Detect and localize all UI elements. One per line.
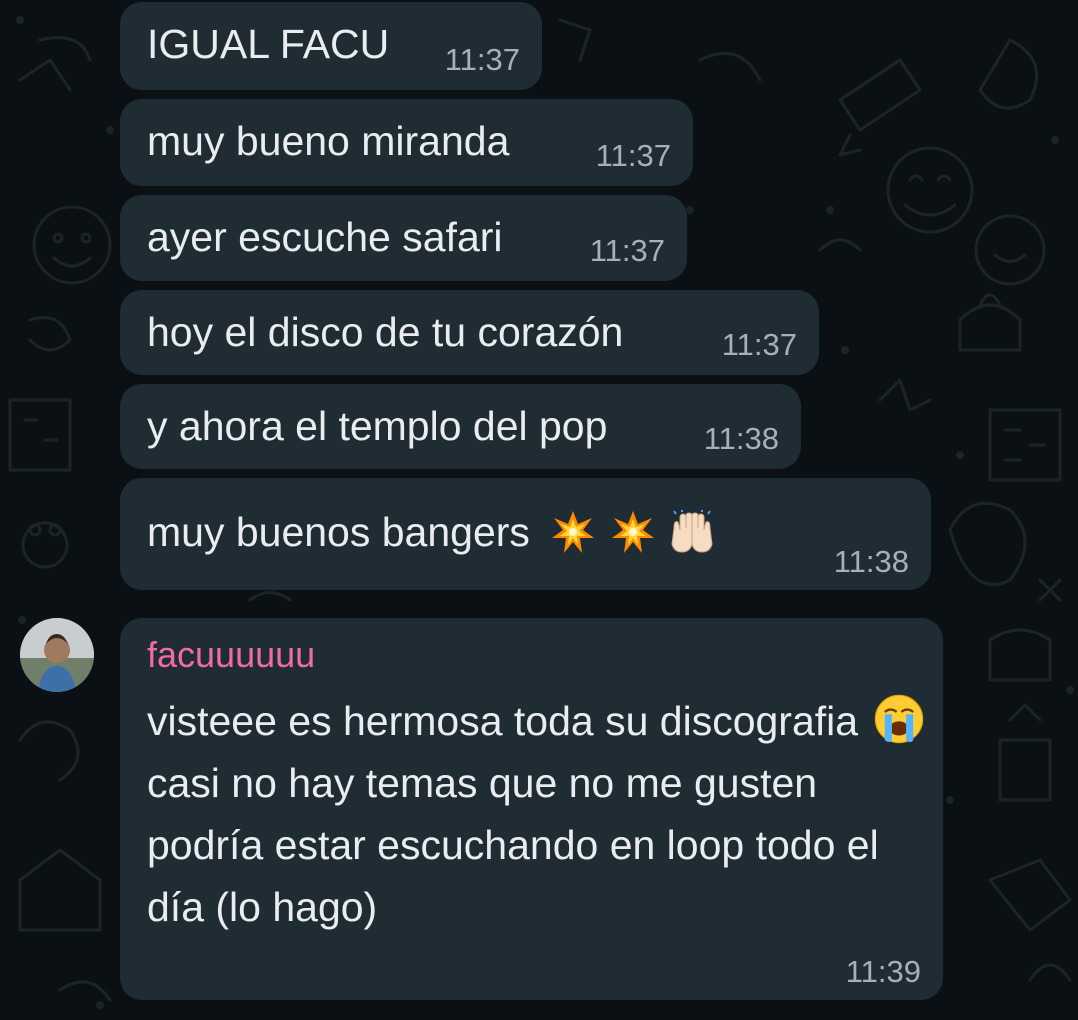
message-time: 11:37 [444,42,520,77]
sender-name: facuuuuuu [147,634,316,675]
message-bubble[interactable]: hoy el disco de tu corazón 11:37 [120,290,819,375]
collision-emoji [611,511,654,553]
message-bubble[interactable]: muy bueno miranda 11:37 [120,99,693,186]
message-text-label: muy buenos bangers [147,509,530,555]
message-text: visteee es hermosa toda su discografia c… [147,690,937,938]
message-time: 11:38 [833,544,909,579]
message-bubble[interactable]: ayer escuche safari 11:37 [120,195,687,281]
profile-photo [20,618,94,692]
avatar[interactable] [20,618,94,692]
loudly-crying-face-emoji [875,694,924,744]
message-text: muy buenos bangers [147,508,716,556]
message-text: hoy el disco de tu corazón [147,309,624,355]
message-time: 11:37 [589,233,665,268]
message-text-part: casi no hay temas que no me gusten podrí… [147,760,879,930]
message-time: 11:37 [721,327,797,362]
message-bubble[interactable]: y ahora el templo del pop 11:38 [120,384,801,469]
message-text: muy bueno miranda [147,118,510,164]
message-time: 11:37 [595,138,671,173]
collision-emoji [552,511,595,553]
message-time: 11:38 [703,421,779,456]
message-text: y ahora el templo del pop [147,403,608,449]
message-text: IGUAL FACU [147,21,390,67]
raising-hands-emoji [671,510,713,553]
message-bubble[interactable]: IGUAL FACU 11:37 [120,2,542,90]
message-text-part: visteee es hermosa toda su discografia [147,698,859,744]
message-time: 11:39 [845,954,921,989]
message-bubble[interactable]: facuuuuuu visteee es hermosa toda su dis… [120,618,943,1000]
message-bubble[interactable]: muy buenos bangers 11:38 [120,478,931,590]
message-text: ayer escuche safari [147,214,503,260]
